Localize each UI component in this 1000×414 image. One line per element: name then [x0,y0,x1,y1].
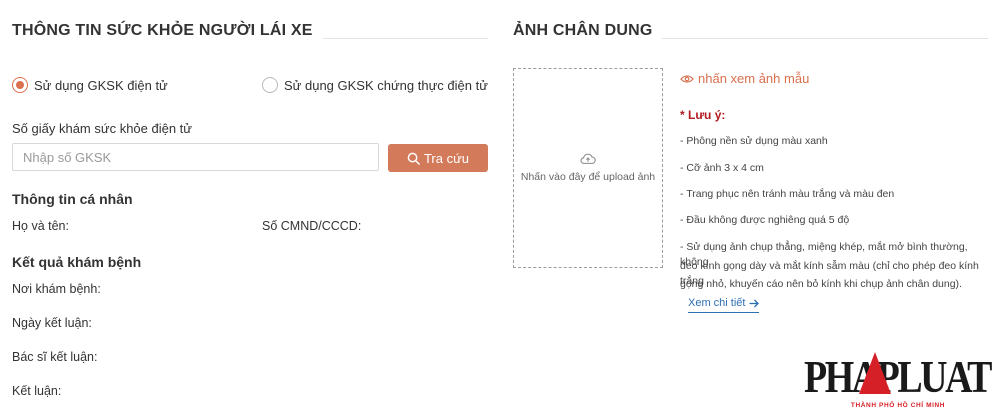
see-details-label: Xem chi tiết [688,297,746,309]
search-button[interactable]: Tra cứu [388,144,488,172]
arrow-right-icon [749,299,760,307]
note-item: gọng nhỏ, khuyến cáo nên bỏ kính khi chụ… [680,278,962,290]
radio-electronic-gksk[interactable]: Sử dụng GKSK điện tử [12,77,168,93]
full-name-label: Họ và tên: [12,219,69,233]
doctor-label: Bác sĩ kết luận: [12,350,98,364]
search-icon [407,152,420,165]
gksk-number-label: Số giấy khám sức khỏe điện tử [12,121,192,136]
personal-info-heading: Thông tin cá nhân [12,191,133,207]
section-header: ẢNH CHÂN DUNG [513,22,988,42]
view-sample-label: nhấn xem ảnh mẫu [698,71,810,86]
note-item: - Cỡ ảnh 3 x 4 cm [680,162,764,174]
gksk-type-options: Sử dụng GKSK điện tử Sử dụng GKSK chứng … [12,77,488,95]
phapluat-logo: PHAPLUAT THÀNH PHỐ HỒ CHÍ MINH [803,348,993,409]
section-title: ẢNH CHÂN DUNG [513,22,663,40]
note-title: * Lưu ý: [680,108,726,122]
note-item: - Phông nền sử dụng màu xanh [680,135,828,147]
section-title: THÔNG TIN SỨC KHỎE NGƯỜI LÁI XE [12,22,323,40]
see-details-link[interactable]: Xem chi tiết [688,297,760,313]
driver-health-section: THÔNG TIN SỨC KHỎE NGƯỜI LÁI XE Sử dụng … [12,0,488,414]
note-item: - Đầu không được nghiêng quá 5 độ [680,214,850,226]
logo-wordmark: PHAPLUAT [804,351,992,402]
conclusion-label: Kết luận: [12,384,62,398]
radio-label: Sử dụng GKSK chứng thực điện tử [284,77,488,93]
conclusion-date-label: Ngày kết luận: [12,316,92,330]
exam-result-heading: Kết quả khám bệnh [12,254,142,270]
search-button-label: Tra cứu [423,150,470,166]
id-number-label: Số CMND/CCCD: [262,219,362,233]
upload-text: Nhấn vào đây để upload ảnh [520,171,656,183]
radio-certified-gksk[interactable]: Sử dụng GKSK chứng thực điện tử [262,77,488,93]
section-header: THÔNG TIN SỨC KHỎE NGƯỜI LÁI XE [12,22,488,42]
upload-cloud-icon [580,153,596,164]
eye-icon [680,74,694,83]
view-sample-link[interactable]: nhấn xem ảnh mẫu [680,71,809,86]
note-item: - Trang phục nên tránh màu trắng và màu … [680,188,895,200]
exam-place-label: Nơi khám bệnh: [12,282,101,296]
gksk-number-input[interactable] [12,143,379,171]
radio-dot[interactable] [12,77,28,93]
radio-dot[interactable] [262,77,278,93]
radio-label: Sử dụng GKSK điện tử [34,77,168,93]
photo-upload-area[interactable]: Nhấn vào đây để upload ảnh [513,68,663,268]
